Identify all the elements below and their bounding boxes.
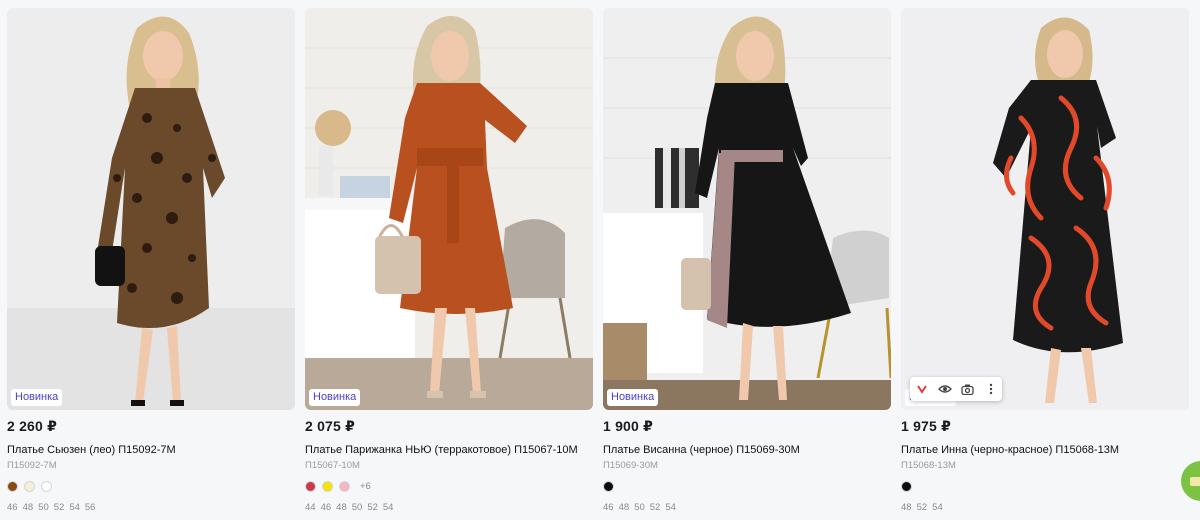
size-option[interactable]: 48 (901, 502, 912, 513)
product-name-link[interactable]: Платье Сьюзен (лео) П15092-7М (7, 444, 176, 456)
color-swatch[interactable] (7, 481, 18, 492)
color-swatch[interactable] (322, 481, 333, 492)
product-photo[interactable] (901, 8, 1189, 410)
product-sku: П15067-10М (305, 460, 360, 471)
size-option[interactable]: 50 (38, 502, 49, 513)
size-option[interactable]: 50 (634, 502, 645, 513)
chat-icon (1190, 476, 1200, 486)
pin-icon[interactable] (915, 382, 929, 396)
product-price: 2 075 ₽ (305, 418, 356, 434)
color-swatch[interactable] (41, 481, 52, 492)
size-option[interactable]: 52 (650, 502, 661, 513)
product-price: 2 260 ₽ (7, 418, 58, 434)
size-option[interactable]: 56 (85, 502, 96, 513)
product-sku: П15069-30М (603, 460, 658, 471)
size-option[interactable]: 54 (665, 502, 676, 513)
product-name-link[interactable]: Платье Парижанка НЬЮ (терракотовое) П150… (305, 444, 578, 456)
color-swatch[interactable] (901, 481, 912, 492)
product-card[interactable]: Новинка 1 900 ₽ Платье Висанна (черное) … (603, 8, 891, 520)
size-list: 44 46 48 50 52 54 (305, 502, 393, 513)
new-badge: Новинка (607, 389, 659, 406)
size-option[interactable]: 46 (321, 502, 332, 513)
color-swatch[interactable] (339, 481, 350, 492)
size-option[interactable]: 48 (23, 502, 34, 513)
color-swatch[interactable] (603, 481, 614, 492)
new-badge: Новинка (11, 389, 63, 406)
color-swatches (901, 480, 912, 493)
size-list: 46 48 50 52 54 (603, 502, 676, 513)
size-option[interactable]: 52 (917, 502, 928, 513)
product-photo[interactable] (305, 8, 593, 410)
product-card[interactable]: Новинка 2 075 ₽ Платье Парижанка НЬЮ (те… (305, 8, 593, 520)
product-photo[interactable] (603, 8, 891, 410)
color-swatches (603, 480, 614, 493)
size-list: 46 48 50 52 54 56 (7, 502, 95, 513)
product-photo[interactable] (7, 8, 295, 410)
camera-icon[interactable] (961, 382, 975, 396)
color-swatch[interactable] (305, 481, 316, 492)
size-option[interactable]: 46 (603, 502, 614, 513)
more-vertical-icon[interactable] (984, 382, 998, 396)
size-option[interactable]: 52 (54, 502, 65, 513)
product-price: 1 975 ₽ (901, 418, 952, 434)
image-hover-toolbar (910, 377, 1002, 401)
size-option[interactable]: 52 (367, 502, 378, 513)
color-swatch[interactable] (24, 481, 35, 492)
size-option[interactable]: 44 (305, 502, 316, 513)
size-option[interactable]: 54 (932, 502, 943, 513)
color-swatches: +6 (305, 480, 371, 493)
eye-icon[interactable] (937, 382, 952, 396)
more-colors-link[interactable]: +6 (360, 481, 371, 492)
product-grid: Новинка 2 260 ₽ Платье Сьюзен (лео) П150… (0, 0, 1200, 520)
size-list: 48 52 54 (901, 502, 943, 513)
product-card[interactable]: Новинка 2 260 ₽ Платье Сьюзен (лео) П150… (7, 8, 295, 520)
product-name-link[interactable]: Платье Висанна (черное) П15069-30М (603, 444, 800, 456)
color-swatches (7, 480, 52, 493)
size-option[interactable]: 46 (7, 502, 18, 513)
product-card[interactable]: Новинка 1 975 ₽ Платье Инна (черно-красн… (901, 8, 1189, 520)
size-option[interactable]: 48 (619, 502, 630, 513)
new-badge: Новинка (309, 389, 361, 406)
product-sku: П15068-13М (901, 460, 956, 471)
size-option[interactable]: 54 (69, 502, 80, 513)
size-option[interactable]: 50 (352, 502, 363, 513)
size-option[interactable]: 54 (383, 502, 394, 513)
product-name-link[interactable]: Платье Инна (черно-красное) П15068-13М (901, 444, 1119, 456)
product-price: 1 900 ₽ (603, 418, 654, 434)
product-sku: П15092-7М (7, 460, 57, 471)
size-option[interactable]: 48 (336, 502, 347, 513)
